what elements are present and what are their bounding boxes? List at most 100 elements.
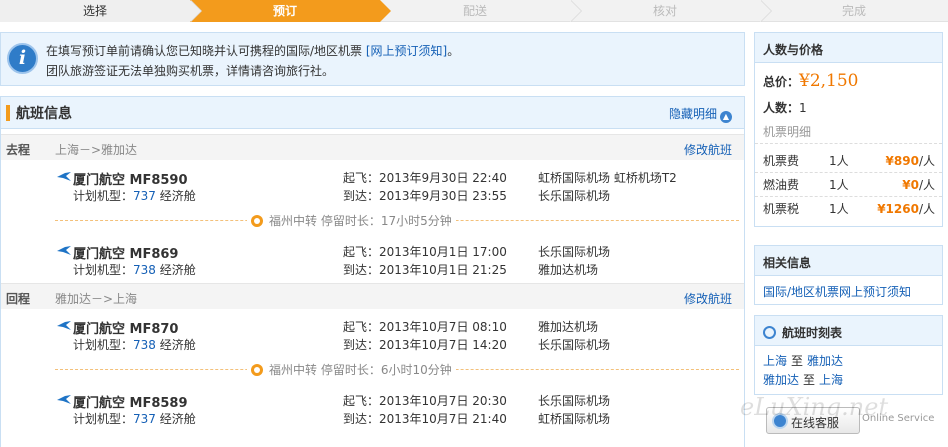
fee-count: 1人	[829, 154, 849, 168]
booking-rules-link[interactable]: 国际/地区机票网上预订须知	[763, 283, 911, 300]
flight-model: 计划机型：737 经济舱	[73, 410, 196, 427]
flight-schedule-box: 航班时刻表 上海至雅加达 雅加达至上海	[754, 315, 943, 395]
cabin-class: 经济舱	[159, 189, 196, 203]
departure-airport: 雅加达机场	[538, 320, 599, 334]
fee-count: 1人	[829, 202, 849, 216]
arrival-time: 到达：2013年9月30日 23:55	[343, 189, 507, 203]
arrival-airport: 长乐国际机场	[538, 338, 611, 352]
xiamen-airlines-logo-icon	[57, 172, 71, 181]
fee-unit: /人	[918, 178, 935, 192]
flight-model: 计划机型：738 经济舱	[73, 336, 196, 353]
outbound-header: 去程 上海－>雅加达 修改航班	[1, 134, 744, 160]
transfer-info: 福州中转 停留时长：17小时5分钟	[1, 212, 744, 229]
fee-name: 燃油费	[763, 178, 800, 192]
aircraft-model-link[interactable]: 737	[133, 412, 156, 426]
notice-text-end: 。	[447, 44, 460, 58]
xiamen-airlines-logo-icon	[57, 395, 71, 404]
return-label: 回程	[6, 292, 31, 306]
schedule-route-link[interactable]: 雅加达至上海	[763, 371, 843, 388]
fee-row: 机票费 1人 ¥890/人	[763, 152, 935, 170]
schedule-header: 航班时刻表	[755, 316, 942, 346]
fee-value: ¥890/人	[886, 152, 935, 169]
fee-amount: ¥1260	[877, 202, 919, 216]
toggle-label: 隐藏明细	[668, 107, 717, 121]
price-divider	[755, 196, 942, 197]
transfer-label: 福州中转 停留时长：6小时10分钟	[247, 361, 456, 378]
fee-name: 机票税	[763, 202, 800, 216]
departure-time: 起飞：2013年10月7日 20:30	[343, 394, 507, 408]
fee-unit: /人	[918, 202, 935, 216]
schedule-to: 雅加达	[807, 354, 844, 368]
total-label: 总价：	[763, 75, 800, 89]
fee-count: 1人	[829, 178, 849, 192]
progress-steps: 选择 预订 配送 核对 完成	[0, 0, 948, 22]
fee-row: 燃油费 1人 ¥0/人	[763, 176, 935, 194]
cabin-class: 经济舱	[159, 338, 196, 352]
total-price-row: 总价：¥2,150	[763, 71, 859, 91]
price-divider	[755, 143, 942, 144]
schedule-to-word: 至	[791, 354, 804, 368]
cabin-class: 经济舱	[159, 263, 196, 277]
flight-row: 厦门航空 MF8589 计划机型：737 经济舱 起飞：2013年10月7日 2…	[1, 390, 744, 430]
flight-airline-number: 厦门航空 MF870	[73, 322, 179, 337]
departure-time: 起飞：2013年10月1日 17:00	[343, 245, 507, 259]
step-label: 完成	[841, 4, 866, 18]
flight-airline-number: 厦门航空 MF869	[73, 247, 179, 262]
modify-return-link[interactable]: 修改航班	[684, 290, 732, 307]
xiamen-airlines-logo-icon	[57, 321, 71, 330]
step-complete: 完成	[760, 0, 948, 22]
arrival-airport: 虹桥国际机场	[538, 412, 611, 426]
price-box-title: 人数与价格	[755, 33, 942, 63]
schedule-from: 雅加达	[763, 373, 800, 387]
aircraft-model-link[interactable]: 737	[133, 189, 156, 203]
info-icon: i	[7, 43, 38, 74]
header-accent-bar	[6, 105, 10, 121]
ticket-detail-label: 机票明细	[763, 125, 812, 139]
related-info-title: 相关信息	[755, 246, 942, 276]
notice-text: 在填写预订单前请确认您已知晓并认可携程的国际/地区机票	[46, 44, 363, 58]
aircraft-model-link[interactable]: 738	[133, 263, 156, 277]
schedule-to: 上海	[819, 373, 844, 387]
online-service-label: 在线客服	[791, 416, 840, 430]
people-label: 人数：	[763, 101, 800, 115]
model-label: 计划机型：	[73, 189, 134, 203]
departure-time: 起飞：2013年10月7日 08:10	[343, 320, 507, 334]
clock-icon	[251, 215, 263, 227]
clock-icon	[763, 326, 776, 339]
departure-time: 起飞：2013年9月30日 22:40	[343, 171, 507, 185]
schedule-to-word: 至	[803, 373, 816, 387]
transfer-text: 福州中转 停留时长：17小时5分钟	[269, 214, 452, 228]
chevron-up-icon: ▲	[720, 111, 732, 123]
hide-details-toggle[interactable]: 隐藏明细 ▲	[669, 105, 732, 123]
chat-icon	[772, 413, 788, 429]
aircraft-model-link[interactable]: 738	[133, 338, 156, 352]
online-service-en-label: Online Service	[862, 413, 935, 424]
transfer-text: 福州中转 停留时长：6小时10分钟	[269, 363, 452, 377]
departure-airport: 长乐国际机场	[538, 394, 611, 408]
price-summary-box: 人数与价格 总价：¥2,150 人数：1 机票明细 机票费 1人 ¥890/人 …	[754, 32, 943, 227]
step-book: 预订	[190, 0, 391, 22]
step-select: 选择	[0, 0, 202, 22]
model-label: 计划机型：	[73, 412, 134, 426]
step-verify: 核对	[570, 0, 772, 22]
cabin-class: 经济舱	[159, 412, 196, 426]
booking-notice-link[interactable]: [网上预订须知]	[366, 44, 447, 58]
arrival-time: 到达：2013年10月7日 14:20	[343, 338, 507, 352]
transfer-info: 福州中转 停留时长：6小时10分钟	[1, 361, 744, 378]
flight-airline-number: 厦门航空 MF8590	[73, 173, 188, 188]
outbound-route: 上海－>雅加达	[55, 143, 138, 157]
flight-model: 计划机型：737 经济舱	[73, 187, 196, 204]
schedule-route-link[interactable]: 上海至雅加达	[763, 352, 843, 369]
modify-outbound-link[interactable]: 修改航班	[684, 141, 732, 158]
schedule-from: 上海	[763, 354, 788, 368]
model-label: 计划机型：	[73, 263, 134, 277]
flight-info-panel: 航班信息 隐藏明细 ▲ 去程 上海－>雅加达 修改航班 厦门航空 MF8590 计…	[0, 96, 745, 447]
flight-airline-number: 厦门航空 MF8589	[73, 396, 188, 411]
transfer-label: 福州中转 停留时长：17小时5分钟	[247, 212, 456, 229]
online-service-button[interactable]: 在线客服	[766, 407, 860, 434]
model-label: 计划机型：	[73, 338, 134, 352]
flight-row: 厦门航空 MF870 计划机型：738 经济舱 起飞：2013年10月7日 08…	[1, 316, 744, 356]
departure-airport: 长乐国际机场	[538, 245, 611, 259]
flight-row: 厦门航空 MF8590 计划机型：737 经济舱 起飞：2013年9月30日 2…	[1, 167, 744, 207]
fee-unit: /人	[918, 154, 935, 168]
